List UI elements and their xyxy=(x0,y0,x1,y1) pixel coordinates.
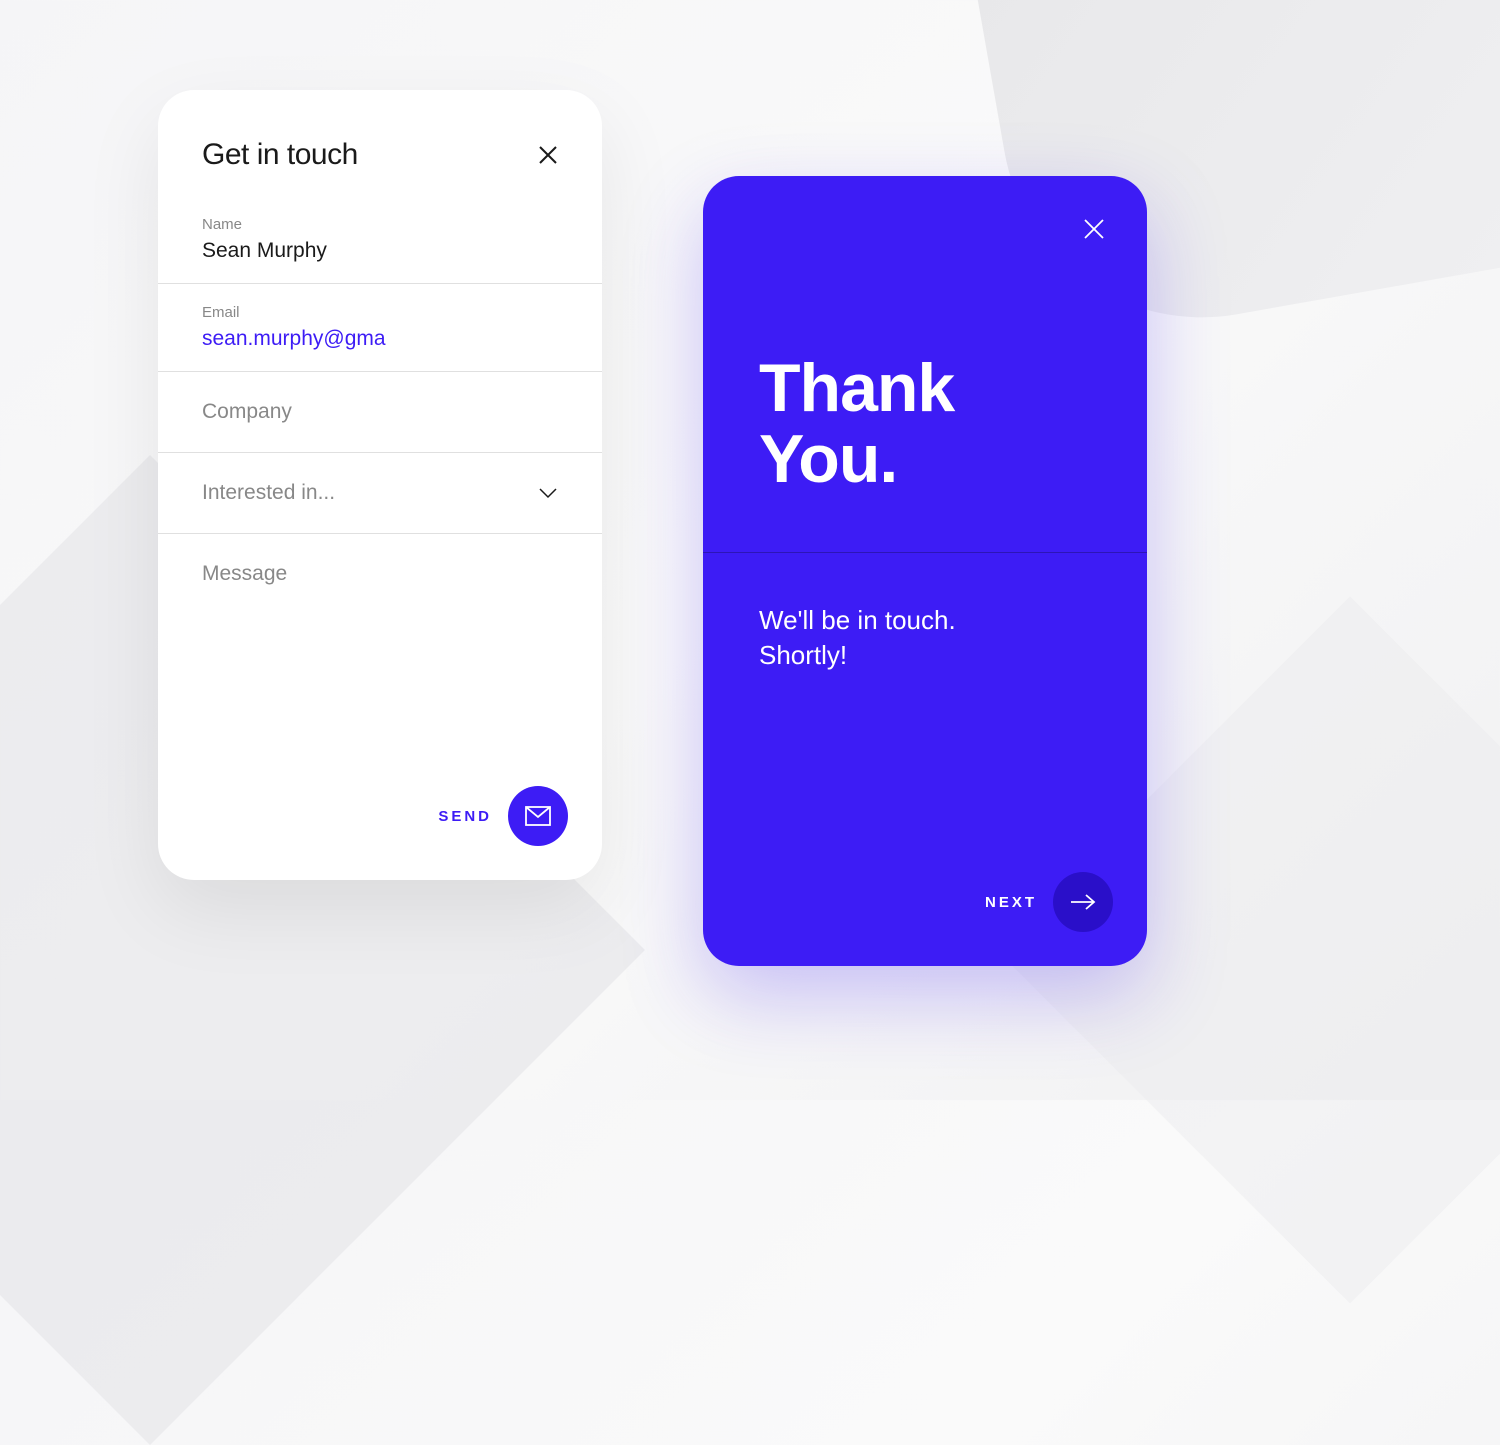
chevron-down-icon xyxy=(538,487,558,499)
email-label: Email xyxy=(202,304,558,321)
next-button[interactable]: NEXT xyxy=(985,872,1113,932)
mail-icon xyxy=(525,806,551,826)
send-label: SEND xyxy=(438,808,492,825)
name-field[interactable]: Name Sean Murphy xyxy=(158,196,602,284)
contact-form-card: Get in touch Name Sean Murphy Email sean… xyxy=(158,90,602,880)
interest-dropdown[interactable]: Interested in... xyxy=(158,453,602,534)
close-button[interactable] xyxy=(538,145,558,165)
close-button[interactable] xyxy=(1083,218,1105,245)
company-placeholder: Company xyxy=(202,400,558,424)
send-button[interactable]: SEND xyxy=(438,786,568,846)
thanks-subtitle-line1: We'll be in touch. xyxy=(759,603,1091,638)
thanks-subtitle-line2: Shortly! xyxy=(759,638,1091,673)
email-field[interactable]: Email sean.murphy@gma xyxy=(158,284,602,372)
interest-placeholder: Interested in... xyxy=(202,481,335,505)
form-title: Get in touch xyxy=(202,138,358,172)
message-placeholder: Message xyxy=(202,562,558,586)
name-value: Sean Murphy xyxy=(202,239,558,263)
next-label: NEXT xyxy=(985,894,1037,911)
thanks-title-line1: Thank xyxy=(759,353,1091,424)
next-icon-circle xyxy=(1053,872,1113,932)
thanks-subtitle: We'll be in touch. Shortly! xyxy=(703,603,1147,673)
divider xyxy=(703,552,1147,553)
thanks-title: Thank You. xyxy=(703,353,1147,496)
message-field[interactable]: Message xyxy=(158,534,602,614)
thanks-title-line2: You. xyxy=(759,424,1091,495)
name-label: Name xyxy=(202,216,558,233)
email-value: sean.murphy@gma xyxy=(202,327,558,351)
close-icon xyxy=(538,145,558,165)
send-icon-circle xyxy=(508,786,568,846)
thank-you-card: Thank You. We'll be in touch. Shortly! N… xyxy=(703,176,1147,966)
close-icon xyxy=(1083,218,1105,240)
company-field[interactable]: Company xyxy=(158,372,602,453)
arrow-right-icon xyxy=(1070,893,1096,911)
